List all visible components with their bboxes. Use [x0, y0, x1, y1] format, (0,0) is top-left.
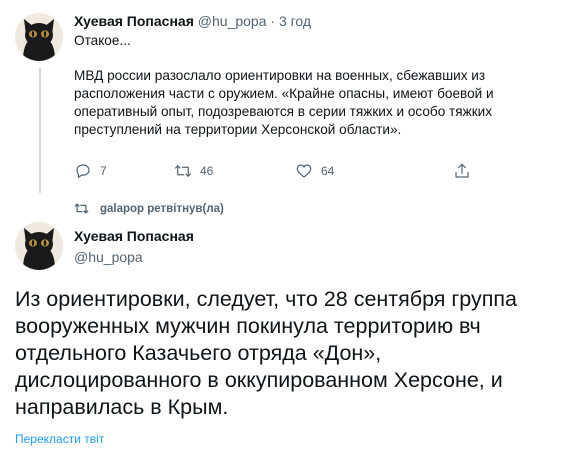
retweeted-by[interactable]: galapop ретвітнув(ла) [74, 201, 224, 216]
share-button[interactable] [453, 162, 471, 180]
author-name[interactable]: Хуевая Попасная [74, 13, 194, 29]
author-name[interactable]: Хуевая Попасная [74, 227, 194, 246]
cat-avatar-icon [15, 13, 63, 61]
reply-icon [76, 164, 90, 178]
heart-icon [296, 164, 312, 178]
tweet-1-text: Отакое... МВД россии разослало ориентиро… [74, 32, 554, 139]
tweet-1-actions: 7 46 64 [74, 162, 514, 186]
retweet-icon [74, 203, 89, 214]
tweet-time[interactable]: 3 год [279, 13, 311, 29]
like-count: 64 [321, 164, 335, 178]
avatar[interactable] [15, 222, 63, 270]
tweet-1[interactable]: Хуевая Попасная @hu_popa · 3 год Отакое.… [74, 11, 554, 139]
thread-connector [39, 68, 41, 193]
reply-count: 7 [100, 164, 107, 178]
retweet-icon [174, 165, 192, 177]
like-button[interactable]: 64 [295, 162, 334, 180]
retweet-count: 46 [200, 164, 214, 178]
cat-avatar-icon [15, 222, 63, 270]
avatar[interactable] [15, 13, 63, 61]
author-handle[interactable]: @hu_popa [74, 248, 194, 267]
tweet-2-header: Хуевая Попасная @hu_popa [74, 227, 194, 267]
retweeted-by-label: galapop ретвітнув(ла) [100, 202, 224, 215]
retweet-button[interactable]: 46 [174, 162, 213, 180]
share-icon [455, 163, 469, 178]
reply-button[interactable]: 7 [74, 162, 107, 180]
tweet-1-header: Хуевая Попасная @hu_popa · 3 год [74, 11, 554, 31]
author-handle[interactable]: @hu_popa [198, 13, 267, 29]
separator-dot: · [270, 13, 276, 29]
translate-tweet-link[interactable]: Перекласти твіт [15, 432, 104, 446]
tweet-1-paragraph-2: МВД россии разослало ориентировки на вое… [74, 68, 494, 137]
tweet-2-text: Из ориентировки, следует, что 28 сентябр… [15, 287, 517, 419]
tweet-1-line-1: Отакое... [74, 33, 131, 48]
